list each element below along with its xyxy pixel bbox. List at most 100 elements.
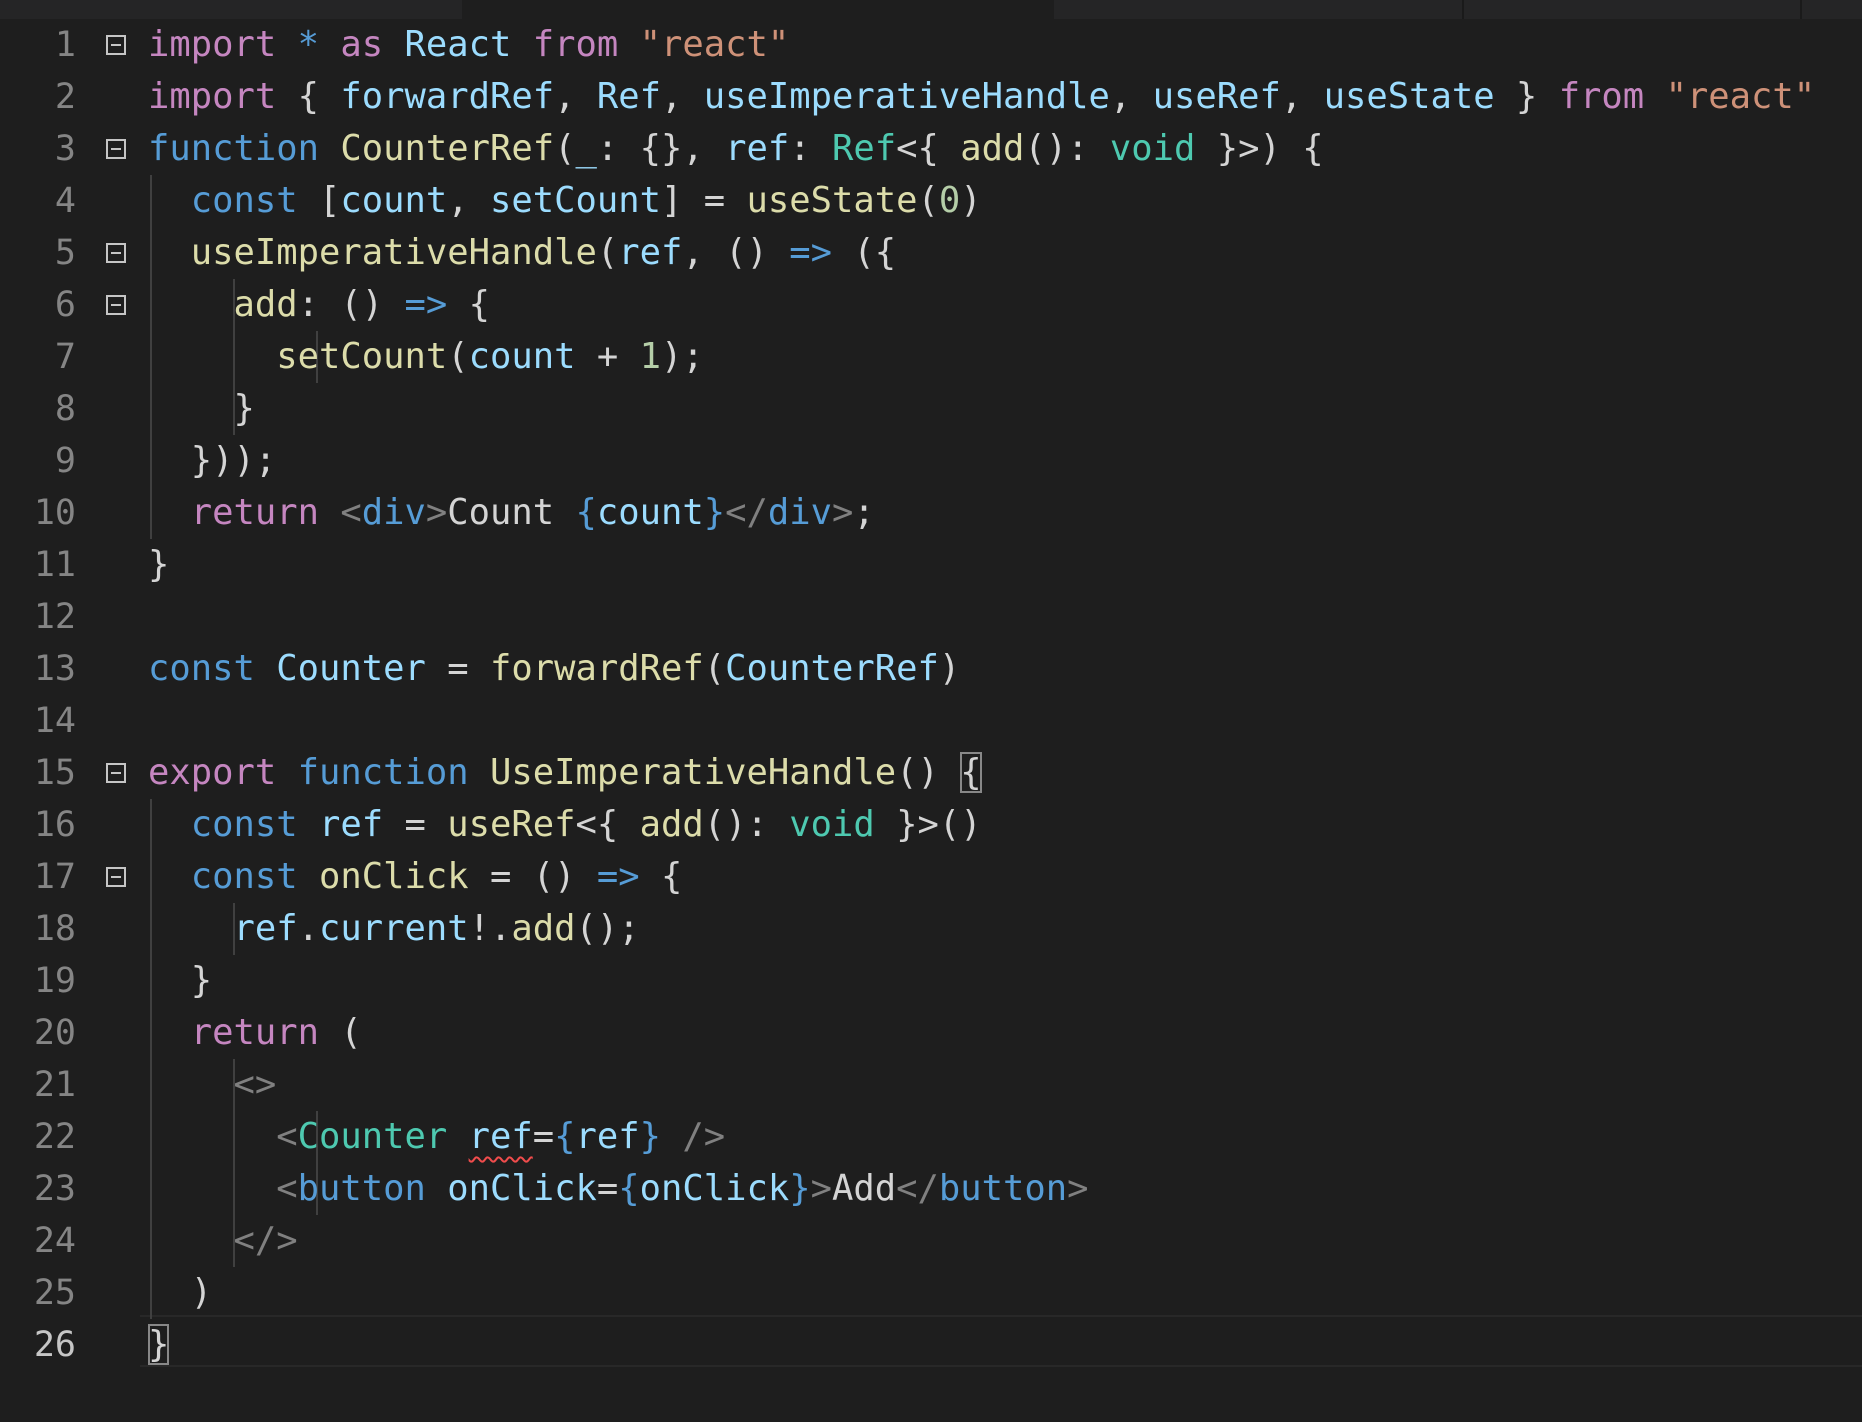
- fold-collapse-icon[interactable]: [106, 295, 126, 315]
- code-token: ():: [1024, 128, 1110, 169]
- code-line[interactable]: add: () => {: [148, 279, 491, 331]
- code-token: button: [297, 1168, 426, 1209]
- code-line[interactable]: return <div>Count {count}</div>;: [148, 487, 875, 539]
- code-token: }: [1494, 76, 1559, 117]
- code-token: ref: [618, 232, 683, 273]
- code-token: const: [190, 804, 298, 845]
- line-number: 13: [33, 649, 76, 689]
- code-line[interactable]: export function UseImperativeHandle() {: [148, 747, 982, 799]
- line-number: 8: [54, 389, 76, 429]
- code-token: import: [148, 76, 277, 117]
- code-token: <: [276, 1168, 298, 1209]
- code-token: CounterRef: [725, 648, 939, 689]
- code-token: *: [297, 24, 319, 65]
- code-token: {: [575, 492, 597, 533]
- code-token: =>: [404, 284, 448, 325]
- code-line[interactable]: return (: [148, 1007, 362, 1059]
- line-number: 23: [33, 1169, 76, 1209]
- code-line[interactable]: <button onClick={onClick}>Add</button>: [148, 1163, 1088, 1215]
- code-token: useRef: [447, 804, 576, 845]
- code-token: useRef: [1152, 76, 1281, 117]
- code-token: div: [361, 492, 426, 533]
- code-line[interactable]: import * as React from "react": [148, 19, 789, 71]
- code-token: (: [319, 1012, 362, 1053]
- code-editor[interactable]: 1 2 3 4 5 6 7 8 9 10 11 12 13 14 15 16 17 18 19 20 21 22 23 24 2…: [0, 0, 1862, 1422]
- code-token: }>(): [874, 804, 982, 845]
- line-number: 15: [33, 753, 76, 793]
- code-token: Counter: [297, 1116, 448, 1157]
- code-token: {: [554, 1116, 576, 1157]
- code-line[interactable]: const [count, setCount] = useState(0): [148, 175, 982, 227]
- line-number: 9: [54, 441, 76, 481]
- code-line[interactable]: }: [148, 1319, 170, 1371]
- code-token: ,: [447, 180, 490, 221]
- code-token: {: [618, 1168, 640, 1209]
- line-number: 2: [54, 77, 76, 117]
- code-token: div: [767, 492, 832, 533]
- code-token: <: [340, 492, 362, 533]
- code-line[interactable]: }));: [148, 435, 277, 487]
- code-token: >: [425, 492, 448, 533]
- code-line[interactable]: const Counter = forwardRef(CounterRef): [148, 643, 960, 695]
- code-token: =>: [789, 232, 832, 273]
- code-token: function: [297, 752, 469, 793]
- code-token: ref: [319, 804, 384, 845]
- code-line[interactable]: }: [148, 383, 254, 435]
- code-text-area[interactable]: import * as React from "react" import { f…: [148, 19, 1862, 1422]
- fold-collapse-icon[interactable]: [106, 35, 126, 55]
- code-line[interactable]: </>: [148, 1215, 298, 1267]
- line-number: 6: [54, 285, 76, 325]
- code-line[interactable]: ): [148, 1267, 212, 1319]
- line-number: 24: [33, 1221, 76, 1261]
- code-token: useState: [1323, 76, 1495, 117]
- tab-separator: [1462, 0, 1464, 19]
- fold-collapse-icon[interactable]: [106, 139, 126, 159]
- code-line[interactable]: function CounterRef(_: {}, ref: Ref<{ ad…: [148, 123, 1324, 175]
- code-token: _: [575, 128, 597, 169]
- fold-collapse-icon[interactable]: [106, 867, 126, 887]
- code-line[interactable]: setCount(count + 1);: [148, 331, 703, 383]
- code-line[interactable]: }: [148, 539, 169, 591]
- code-token: Counter: [276, 648, 426, 689]
- code-line[interactable]: const ref = useRef<{ add(): void }>(): [148, 799, 982, 851]
- code-token: <{: [896, 128, 961, 169]
- code-token: useImperativeHandle: [703, 76, 1110, 117]
- code-line[interactable]: <>: [148, 1059, 277, 1111]
- code-token: export: [148, 752, 277, 793]
- code-line[interactable]: ref.current!.add();: [148, 903, 640, 955]
- code-token: ,: [660, 76, 704, 117]
- fold-collapse-icon[interactable]: [106, 243, 126, 263]
- line-number: 3: [54, 129, 76, 169]
- code-line[interactable]: }: [148, 955, 212, 1007]
- code-line[interactable]: const onClick = () => {: [148, 851, 683, 903]
- code-token: ;: [853, 492, 875, 533]
- code-token: Count: [447, 492, 576, 533]
- code-token: return: [190, 492, 319, 533]
- code-line[interactable]: <Counter ref={ref} />: [148, 1111, 725, 1163]
- tab-strip: [0, 0, 1862, 19]
- code-token: ref: [233, 908, 298, 949]
- code-token: ():: [703, 804, 790, 845]
- code-token: , (): [682, 232, 790, 273]
- tab-active[interactable]: [462, 0, 1054, 19]
- line-number: 14: [33, 701, 76, 741]
- code-token: ): [938, 648, 961, 689]
- code-token: !.: [468, 908, 512, 949]
- code-token: }: [639, 1116, 661, 1157]
- code-token: Add: [832, 1168, 897, 1209]
- code-token: ): [960, 180, 982, 221]
- code-token: ): [148, 1272, 213, 1313]
- code-line[interactable]: import { forwardRef, Ref, useImperativeH…: [148, 71, 1815, 123]
- fold-collapse-icon[interactable]: [106, 763, 126, 783]
- code-line[interactable]: useImperativeHandle(ref, () => ({: [148, 227, 896, 279]
